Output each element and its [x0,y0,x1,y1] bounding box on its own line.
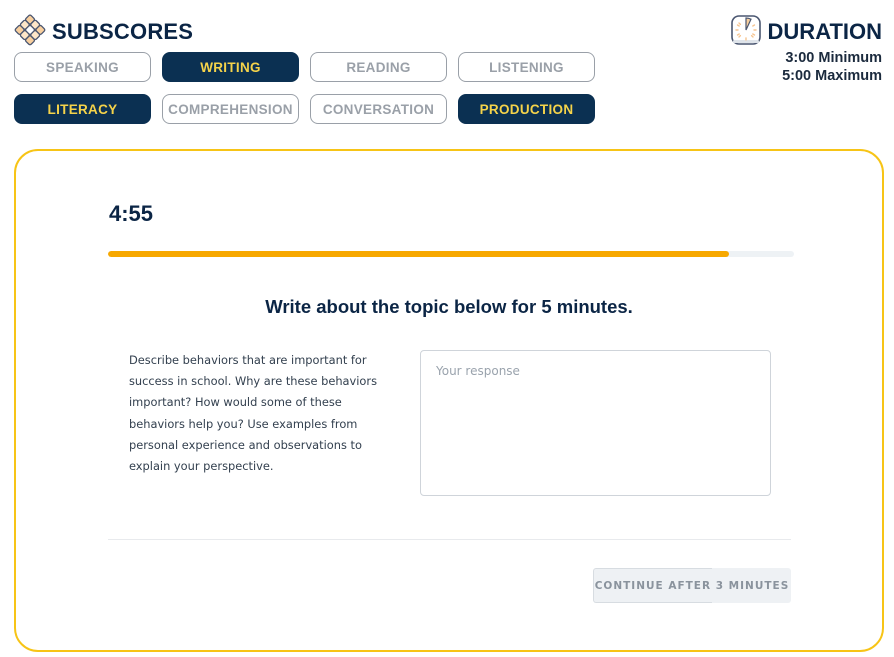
timer-progress-bar [108,251,794,257]
continue-button-label: CONTINUE AFTER 3 MINUTES [594,579,790,592]
writing-prompt: Describe behaviors that are important fo… [129,353,378,474]
subscores-title: SUBSCORES [52,19,194,44]
subskill-production-button[interactable]: PRODUCTION [458,94,595,124]
countdown-timer: 4:55 [109,201,154,226]
subskill-comprehension-button[interactable]: COMPREHENSION [162,94,299,124]
diamond-grid-icon [14,14,46,50]
clock-icon [730,14,762,50]
skill-reading-button[interactable]: READING [310,52,447,82]
continue-button[interactable]: CONTINUE AFTER 3 MINUTES [593,568,791,603]
response-textarea[interactable] [420,350,771,496]
subskill-conversation-button[interactable]: CONVERSATION [310,94,447,124]
duration-maximum: 5:00 Maximum [782,68,882,84]
skill-speaking-button[interactable]: SPEAKING [14,52,151,82]
skill-writing-button[interactable]: WRITING [162,52,299,82]
duration-title: DURATION [767,19,882,44]
subskill-literacy-button[interactable]: LITERACY [14,94,151,124]
subscores-header: SUBSCORES [14,14,194,50]
skill-listening-button[interactable]: LISTENING [458,52,595,82]
duration-panel: DURATION 3:00 Minimum 5:00 Maximum [730,15,882,85]
question-card: 4:55 Write about the topic below for 5 m… [14,149,884,652]
divider [108,539,791,540]
duration-minimum: 3:00 Minimum [785,50,882,66]
timer-progress-fill [108,251,729,257]
instruction-heading: Write about the topic below for 5 minute… [265,296,633,317]
